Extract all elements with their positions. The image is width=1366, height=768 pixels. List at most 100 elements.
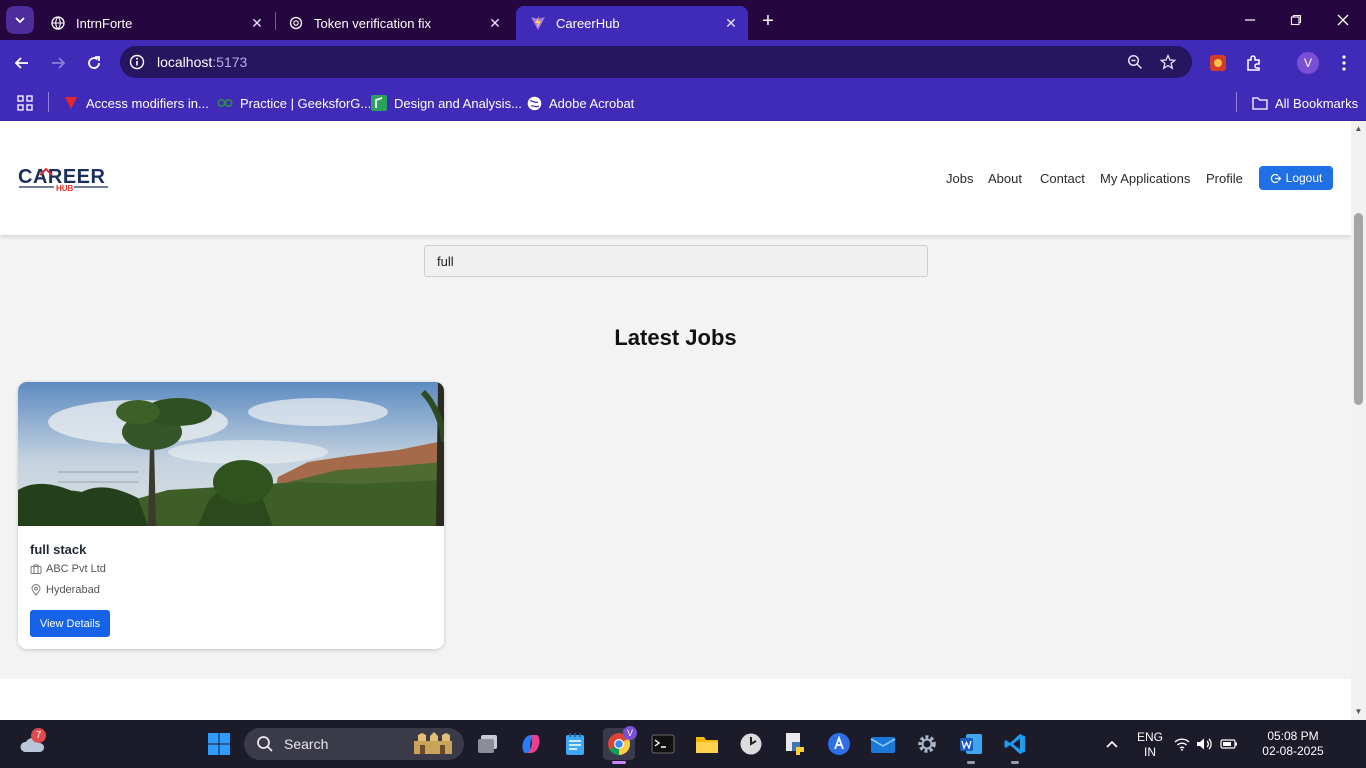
volume-icon bbox=[1197, 738, 1212, 750]
geeksforgeeks-icon bbox=[217, 95, 233, 111]
footer bbox=[0, 679, 1351, 720]
clock-date-text: 02-08-2025 bbox=[1262, 744, 1324, 758]
globe-icon bbox=[50, 15, 66, 31]
language-indicator[interactable]: ENG IN bbox=[1134, 730, 1166, 760]
chrome-app[interactable]: V bbox=[603, 726, 637, 764]
view-details-button[interactable]: View Details bbox=[30, 610, 110, 637]
app-store-app[interactable] bbox=[823, 728, 855, 760]
folder-icon bbox=[696, 737, 718, 753]
close-tab-icon[interactable]: ✕ bbox=[248, 14, 266, 32]
back-button[interactable] bbox=[9, 50, 35, 76]
gear-icon bbox=[918, 735, 936, 753]
bookmark-favicon-icon bbox=[63, 95, 79, 111]
reload-button[interactable] bbox=[81, 50, 107, 76]
tab-title: CareerHub bbox=[556, 15, 620, 31]
profile-avatar[interactable]: V bbox=[1297, 52, 1319, 74]
bookmarks-divider bbox=[48, 92, 49, 112]
tab-token-verification[interactable]: Token verification fix ✕ bbox=[274, 6, 512, 40]
nav-profile[interactable]: Profile bbox=[1206, 171, 1243, 186]
vscode-app[interactable] bbox=[999, 728, 1031, 764]
open-indicator bbox=[967, 761, 975, 764]
show-hidden-icons-button[interactable] bbox=[1096, 728, 1128, 760]
chrome-profile-badge: V bbox=[623, 726, 637, 740]
url-text[interactable]: localhost:5173 bbox=[157, 54, 247, 70]
python-app[interactable] bbox=[779, 728, 811, 760]
forward-button[interactable] bbox=[45, 50, 71, 76]
extension-icon[interactable] bbox=[1206, 51, 1230, 75]
apps-grid-button[interactable] bbox=[17, 93, 33, 113]
notepad-app[interactable] bbox=[559, 728, 591, 760]
close-tab-icon[interactable]: ✕ bbox=[486, 14, 504, 32]
nav-contact[interactable]: Contact bbox=[1040, 171, 1085, 186]
more-menu-icon[interactable] bbox=[1332, 51, 1356, 75]
terminal-icon bbox=[651, 734, 675, 754]
extensions-puzzle-icon[interactable] bbox=[1242, 51, 1266, 75]
job-location: Hyderabad bbox=[30, 584, 100, 596]
bookmark-geeksforgeeks[interactable]: Practice | GeeksforG... bbox=[217, 93, 371, 113]
apps-grid-icon bbox=[17, 95, 33, 111]
nav-jobs[interactable]: Jobs bbox=[946, 171, 973, 186]
globe-icon bbox=[526, 95, 542, 111]
tab-intrnforte[interactable]: IntrnForte ✕ bbox=[36, 6, 274, 40]
close-window-button[interactable] bbox=[1320, 0, 1366, 40]
section-title: Latest Jobs bbox=[614, 325, 737, 350]
chevron-up-icon bbox=[1106, 740, 1118, 748]
open-indicator bbox=[1011, 761, 1019, 764]
scrollbar-thumb[interactable] bbox=[1354, 213, 1363, 405]
tab-careerhub[interactable]: CareerHub ✕ bbox=[516, 6, 748, 40]
word-app[interactable] bbox=[955, 728, 987, 764]
active-indicator bbox=[612, 761, 626, 764]
site-info-icon[interactable] bbox=[129, 54, 145, 70]
weather-notification-badge: 7 bbox=[31, 728, 46, 743]
bookmark-star-icon[interactable] bbox=[1158, 52, 1178, 72]
python-file-icon bbox=[786, 733, 804, 755]
page-scrollbar[interactable]: ▲ ▼ bbox=[1351, 121, 1366, 720]
all-bookmarks-folder[interactable]: All Bookmarks bbox=[1252, 93, 1358, 113]
vite-icon bbox=[530, 15, 546, 31]
careerhub-logo[interactable]: CAREER HUB bbox=[18, 165, 110, 193]
bookmark-adobe-acrobat[interactable]: Adobe Acrobat bbox=[526, 93, 634, 113]
nav-my-applications[interactable]: My Applications bbox=[1100, 171, 1190, 186]
chevron-down-icon bbox=[15, 17, 25, 24]
nav-about[interactable]: About bbox=[988, 171, 1022, 186]
logout-button[interactable]: Logout bbox=[1259, 166, 1333, 190]
system-tray-status[interactable] bbox=[1174, 728, 1238, 760]
app-store-icon bbox=[828, 733, 850, 755]
tab-search-button[interactable] bbox=[6, 6, 34, 34]
bookmark-access-modifiers[interactable]: Access modifiers in... bbox=[63, 93, 209, 113]
minimize-button[interactable] bbox=[1227, 0, 1273, 40]
taskbar-search[interactable]: Search bbox=[244, 728, 464, 760]
job-card: full stack ABC Pvt Ltd Hyderabad View De… bbox=[18, 382, 444, 649]
notepad-icon bbox=[566, 733, 584, 755]
clock-icon bbox=[740, 733, 762, 755]
mail-icon bbox=[870, 737, 896, 753]
briefcase-icon bbox=[30, 564, 42, 574]
chatgpt-icon bbox=[288, 15, 304, 31]
bookmarks-divider bbox=[1236, 92, 1237, 112]
scroll-down-arrow-icon[interactable]: ▼ bbox=[1354, 707, 1363, 716]
scroll-up-arrow-icon[interactable]: ▲ bbox=[1354, 124, 1363, 133]
clock-app[interactable] bbox=[735, 728, 767, 760]
tab-title: IntrnForte bbox=[76, 15, 133, 31]
start-button[interactable] bbox=[203, 728, 235, 760]
svg-text:HUB: HUB bbox=[56, 184, 74, 193]
copilot-app[interactable] bbox=[515, 728, 547, 760]
windows-start-icon bbox=[208, 733, 230, 755]
restore-icon bbox=[1290, 14, 1302, 26]
close-tab-icon[interactable]: ✕ bbox=[722, 14, 740, 32]
file-explorer-app[interactable] bbox=[691, 728, 723, 760]
address-bar[interactable]: localhost:5173 bbox=[120, 46, 1192, 78]
mail-app[interactable] bbox=[867, 728, 899, 760]
search-highlight-icon bbox=[414, 732, 452, 754]
task-view-button[interactable] bbox=[472, 728, 504, 760]
restore-button[interactable] bbox=[1273, 0, 1319, 40]
bookmark-design-analysis[interactable]: Design and Analysis... bbox=[371, 93, 522, 113]
settings-app[interactable] bbox=[911, 728, 943, 760]
zoom-icon[interactable] bbox=[1125, 52, 1145, 72]
job-search-input[interactable] bbox=[424, 245, 928, 277]
terminal-app[interactable] bbox=[647, 728, 679, 760]
tab-strip: IntrnForte ✕ Token verification fix ✕ Ca… bbox=[0, 0, 1366, 40]
clock-date[interactable]: 05:08 PM 02-08-2025 bbox=[1250, 729, 1336, 759]
minimize-icon bbox=[1245, 19, 1255, 21]
new-tab-button[interactable]: + bbox=[756, 9, 780, 33]
